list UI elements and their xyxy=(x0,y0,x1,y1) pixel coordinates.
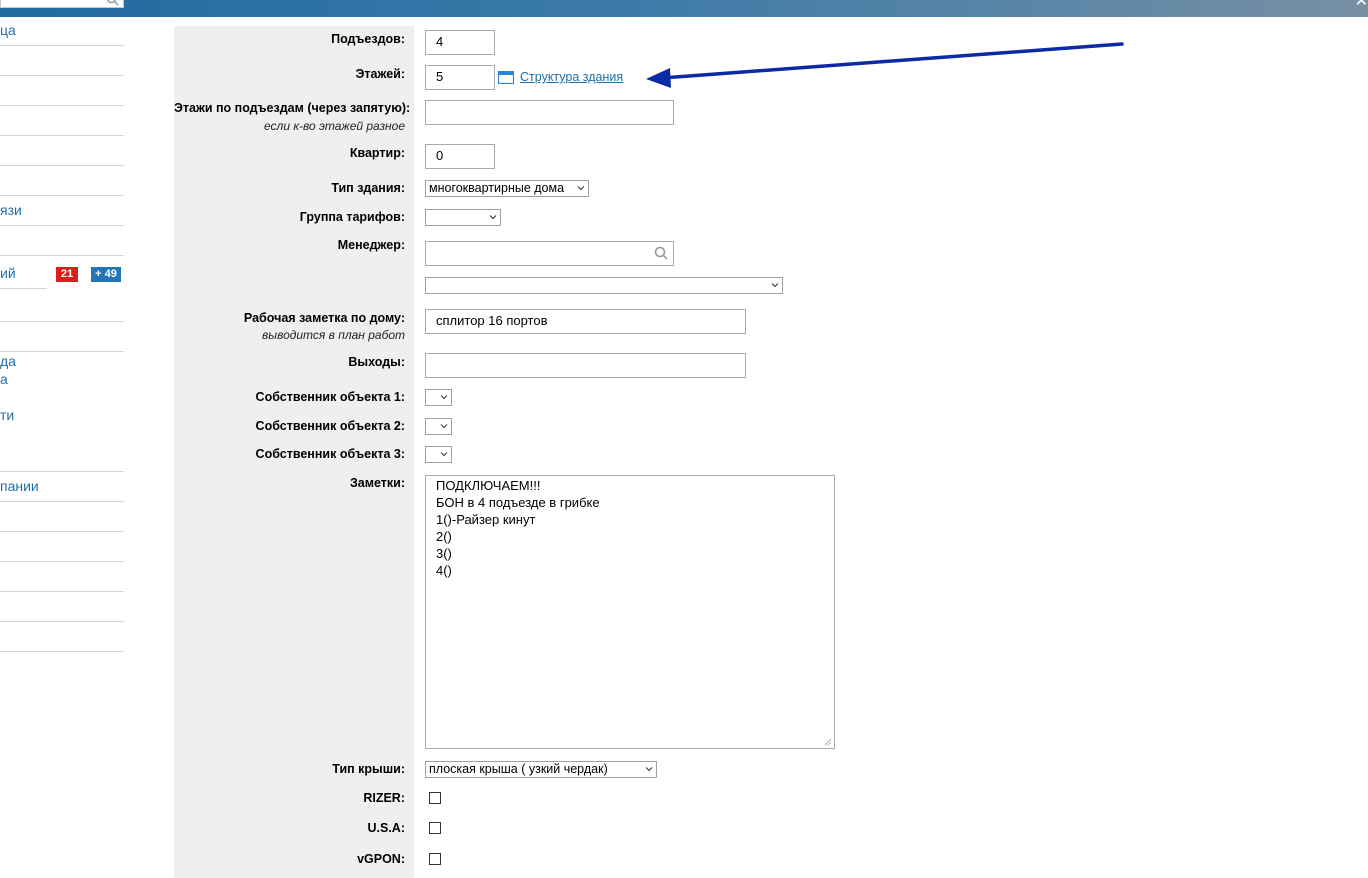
manager-label: Менеджер: xyxy=(337,238,405,252)
building-type-label: Тип здания: xyxy=(331,181,405,195)
rizer-checkbox[interactable] xyxy=(429,792,441,804)
exits-label: Выходы: xyxy=(348,355,405,369)
notes-label: Заметки: xyxy=(349,476,405,490)
count-badge-red[interactable]: 21 xyxy=(56,267,78,282)
sidebar-divider xyxy=(0,45,124,46)
sidebar-link[interactable]: да xyxy=(0,353,16,369)
top-bar xyxy=(0,0,1368,17)
sidebar-divider xyxy=(0,651,124,652)
chevron-down-icon xyxy=(489,215,497,220)
sidebar-divider xyxy=(0,195,124,196)
sidebar-divider xyxy=(0,321,124,322)
roof-type-select[interactable]: плоская крыша ( узкий чердак) xyxy=(425,761,657,778)
chevron-down-icon xyxy=(440,395,448,400)
notes-textarea[interactable]: ПОДКЛЮЧАЕМ!!! БОН в 4 подъезде в грибке … xyxy=(425,475,835,749)
top-search-input[interactable] xyxy=(0,0,124,8)
owner3-label: Собственник объекта 3: xyxy=(255,447,405,461)
roof-type-label: Тип крыши: xyxy=(332,762,405,776)
vgpon-label: vGPON: xyxy=(357,852,405,866)
building-structure-link[interactable]: Структура здания xyxy=(520,70,623,84)
floors-by-entrance-hint: если к-во этажей разное xyxy=(264,119,405,133)
work-note-label: Рабочая заметка по дому: xyxy=(243,311,405,325)
apartments-input[interactable]: 0 xyxy=(425,144,495,169)
manager-search-input[interactable] xyxy=(425,241,674,266)
building-type-value: многоквартирные дома xyxy=(429,181,565,195)
chevron-down-icon xyxy=(771,283,779,288)
sidebar-divider xyxy=(0,165,124,166)
vgpon-checkbox[interactable] xyxy=(429,853,441,865)
floors-label: Этажей: xyxy=(355,67,405,81)
apartments-label: Квартир: xyxy=(349,146,405,160)
calendar-icon[interactable] xyxy=(498,71,514,84)
tariff-group-select[interactable] xyxy=(425,209,501,226)
floors-by-entrance-label: Этажи по подъездам (через запятую): xyxy=(174,101,411,115)
notes-line: 1()-Райзер кинут xyxy=(436,512,536,527)
work-note-hint: выводится в план работ xyxy=(261,328,405,342)
owner3-select[interactable] xyxy=(425,446,452,463)
sidebar-divider xyxy=(0,288,47,289)
sidebar-divider xyxy=(0,591,124,592)
sidebar-divider xyxy=(0,531,124,532)
notes-line: 4() xyxy=(436,563,452,578)
sidebar-divider xyxy=(0,225,124,226)
notes-line: ПОДКЛЮЧАЕМ!!! xyxy=(436,478,541,493)
sidebar-divider xyxy=(0,561,124,562)
resize-grip-icon[interactable] xyxy=(824,738,832,746)
sidebar-divider xyxy=(0,255,124,256)
usa-label: U.S.A: xyxy=(367,821,406,835)
roof-type-value: плоская крыша ( узкий чердак) xyxy=(429,762,608,776)
chevron-down-icon xyxy=(577,186,585,191)
owner1-select[interactable] xyxy=(425,389,452,406)
manager-select[interactable] xyxy=(425,277,783,294)
sidebar-divider xyxy=(0,621,124,622)
sidebar-link[interactable]: ца xyxy=(0,22,16,38)
chevron-down-icon xyxy=(440,424,448,429)
notes-line: БОН в 4 подъезде в грибке xyxy=(436,495,600,510)
entrances-input[interactable]: 4 xyxy=(425,30,495,55)
sidebar-divider xyxy=(0,351,124,352)
sidebar-divider xyxy=(0,135,124,136)
sidebar-link[interactable]: а xyxy=(0,371,8,387)
sidebar-link[interactable]: ти xyxy=(0,407,14,423)
search-icon[interactable] xyxy=(654,246,668,260)
tariff-group-label: Группа тарифов: xyxy=(299,210,405,224)
work-note-input[interactable]: сплитор 16 портов xyxy=(425,309,746,334)
notes-line: 3() xyxy=(436,546,452,561)
sidebar-divider xyxy=(0,105,124,106)
sidebar-link[interactable]: язи xyxy=(0,202,22,218)
floors-input[interactable]: 5 xyxy=(425,65,495,90)
search-icon[interactable] xyxy=(106,0,119,6)
close-icon[interactable]: ✕ xyxy=(1355,0,1368,10)
chevron-down-icon xyxy=(645,767,653,772)
count-badge-blue[interactable]: + 49 xyxy=(91,267,121,282)
owner2-label: Собственник объекта 2: xyxy=(255,419,405,433)
building-type-select[interactable]: многоквартирные дома xyxy=(425,180,589,197)
entrances-label: Подъездов: xyxy=(331,32,405,46)
owner1-label: Собственник объекта 1: xyxy=(255,390,405,404)
chevron-down-icon xyxy=(440,452,448,457)
exits-input[interactable] xyxy=(425,353,746,378)
sidebar-link[interactable]: ий xyxy=(0,265,16,281)
sidebar-link[interactable]: пании xyxy=(0,478,39,494)
sidebar-divider xyxy=(0,75,124,76)
notes-line: 2() xyxy=(436,529,452,544)
rizer-label: RIZER: xyxy=(363,791,405,805)
sidebar-divider xyxy=(0,501,124,502)
annotation-arrow xyxy=(646,42,1124,88)
usa-checkbox[interactable] xyxy=(429,822,441,834)
floors-by-entrance-input[interactable] xyxy=(425,100,674,125)
sidebar-divider xyxy=(0,471,124,472)
owner2-select[interactable] xyxy=(425,418,452,435)
